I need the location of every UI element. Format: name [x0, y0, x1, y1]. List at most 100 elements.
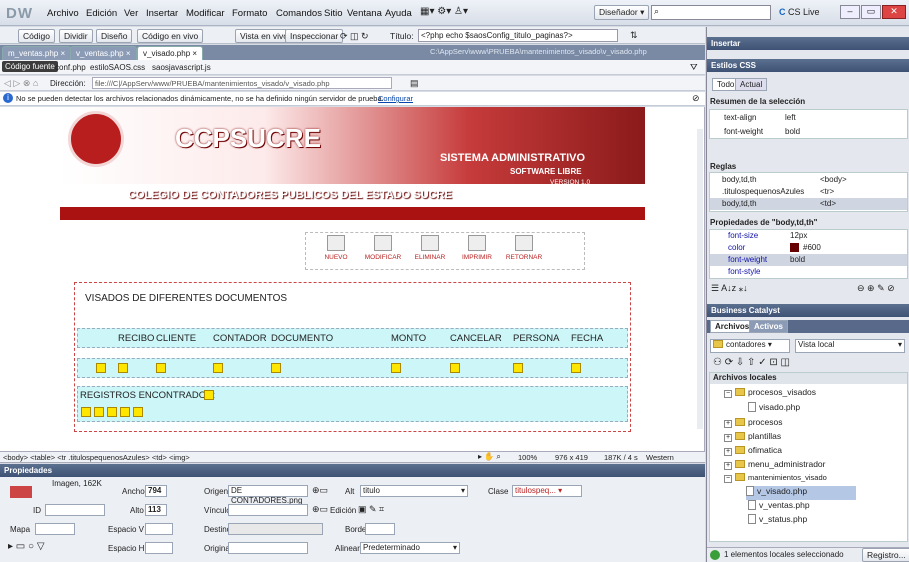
browse-folder-icon[interactable]: ⊕▭ [312, 485, 328, 496]
refresh-icon[interactable]: ⟳ ◫ ↻ [340, 31, 369, 42]
info-close-icon[interactable]: ⊘ [692, 93, 700, 104]
align-select[interactable]: Predeterminado ▾ [360, 542, 460, 554]
business-catalyst-header[interactable]: Business Catalyst [707, 304, 909, 317]
view-select[interactable]: Vista local ▾ [795, 339, 905, 353]
return-button[interactable]: RETORNAR [502, 235, 546, 261]
css-actions-icon[interactable]: ⊖ ⊕ ✎ ⊘ [857, 283, 895, 294]
rule-tag[interactable]: <tr> [820, 187, 834, 196]
rule-selector[interactable]: body,td,th [722, 199, 757, 208]
minimize-icon[interactable]: – [840, 5, 860, 19]
menu-ayuda[interactable]: Ayuda [385, 8, 412, 19]
property-name[interactable]: color [728, 243, 745, 252]
tree-folder[interactable]: + menu_administrador [724, 459, 825, 473]
source-code-button[interactable]: Código fuente [2, 61, 58, 72]
nav-icons[interactable]: ◁ ▷ ⊗ ⌂ [4, 78, 38, 89]
rule-tag[interactable]: <td> [820, 199, 836, 208]
summary-prop-value[interactable]: left [785, 113, 796, 122]
related-file-js[interactable]: saosjavascript.js [152, 63, 211, 72]
menu-insertar[interactable]: Insertar [146, 8, 178, 19]
summary-prop-name[interactable]: font-weight [724, 127, 763, 136]
menu-edicion[interactable]: Edición [86, 8, 117, 19]
delete-button[interactable]: ELIMINAR [408, 235, 452, 261]
property-value[interactable]: #600 [803, 243, 821, 252]
filter-icon[interactable]: ⛛ [690, 62, 698, 73]
link-input[interactable] [228, 504, 308, 516]
tag-selector[interactable]: <body> <table> <tr .titulospequenosAzule… [3, 453, 190, 462]
border-input[interactable] [365, 523, 395, 535]
hspace-input[interactable] [145, 542, 173, 554]
workspace-switcher[interactable]: Diseñador ▾ [594, 5, 650, 20]
menu-ver[interactable]: Ver [124, 8, 138, 19]
rule-selector[interactable]: .titulospequenosAzules [722, 187, 804, 196]
menu-ventana[interactable]: Ventana [347, 8, 382, 19]
maximize-icon[interactable]: ▭ [861, 5, 881, 19]
menu-modificar[interactable]: Modificar [186, 8, 225, 19]
layout-icon[interactable]: ▦▾ ⚙▾ ♙▾ [420, 6, 468, 17]
property-name[interactable]: font-size [728, 231, 758, 240]
site-select[interactable]: contadores ▾ [710, 339, 790, 353]
title-input[interactable]: <?php echo $saosConfig_titulo_paginas?> [418, 29, 618, 42]
alt-input[interactable]: titulo ▾ [360, 485, 468, 497]
menu-sitio[interactable]: Sitio [324, 8, 342, 19]
new-button[interactable]: NUEVO [314, 235, 358, 261]
tab-files[interactable]: Archivos [710, 320, 755, 333]
insert-panel-header[interactable]: Insertar [707, 37, 909, 50]
inspect-button[interactable]: Inspeccionar [285, 29, 344, 43]
window-size[interactable]: 976 x 419 [555, 453, 588, 462]
address-input[interactable]: file:///C|/AppServ/www/PRUEBA/mantenimie… [92, 77, 392, 89]
css-panel-tools-icon[interactable]: ☰ A↓z ⁎↓ [711, 283, 748, 294]
design-view-button[interactable]: Diseño [96, 29, 133, 43]
property-value[interactable]: 12px [790, 231, 807, 240]
tree-file-selected[interactable]: v_visado.php [746, 486, 856, 500]
id-input[interactable] [45, 504, 105, 516]
configure-link[interactable]: Configurar [378, 94, 413, 103]
summary-prop-name[interactable]: text-align [724, 113, 756, 122]
log-button[interactable]: Registro... [862, 548, 909, 562]
tree-folder[interactable]: + plantillas [724, 431, 781, 445]
height-input[interactable]: 113 [145, 504, 167, 516]
tab-v-visado[interactable]: v_visado.php × [137, 46, 204, 60]
tab-v-ventas[interactable]: v_ventas.php × [70, 46, 137, 60]
width-input[interactable]: 794 [145, 485, 167, 497]
zoom-select[interactable]: 100% [518, 453, 537, 462]
css-styles-header[interactable]: Estilos CSS [707, 59, 909, 72]
close-icon[interactable]: ✕ [882, 5, 906, 19]
status-tools-icon[interactable]: ▸ ✋ ⌕ [478, 452, 501, 462]
browse-link-icon[interactable]: ⊕▭ [312, 504, 328, 515]
code-view-button[interactable]: Código [18, 29, 55, 43]
tab-current[interactable]: Actual [735, 78, 768, 91]
menu-formato[interactable]: Formato [232, 8, 267, 19]
property-name[interactable]: font-style [728, 267, 760, 276]
color-swatch[interactable] [790, 243, 799, 252]
tab-assets[interactable]: Activos [749, 320, 788, 333]
file-management-icon[interactable]: ⇅ [630, 30, 638, 41]
property-name[interactable]: font-weight [728, 255, 767, 264]
tab-m-ventas[interactable]: m_ventas.php × [2, 46, 72, 60]
tree-folder[interactable]: + procesos [724, 417, 783, 431]
rule-selector[interactable]: body,td,th [722, 175, 757, 184]
visual-aids-icon[interactable]: ▤ [410, 78, 419, 89]
edit-image-icons[interactable]: ▣ ✎ ⌗ [358, 504, 384, 515]
vspace-input[interactable] [145, 523, 173, 535]
hotspot-tools-icon[interactable]: ▸ ▭ ○ ▽ [8, 541, 45, 552]
tree-folder[interactable]: − procesos_visados [724, 387, 816, 401]
src-input[interactable]: DE CONTADORES.png [228, 485, 308, 505]
cslive-button[interactable]: C CS Live [779, 7, 820, 17]
tree-file[interactable]: visado.php [748, 402, 800, 416]
tree-folder[interactable]: + ofimatica [724, 445, 782, 459]
tree-file[interactable]: v_status.php [748, 514, 807, 528]
menu-archivo[interactable]: Archivo [47, 8, 79, 19]
design-view[interactable]: CCPSUCRE COLEGIO DE CONTADORES PUBLICOS … [0, 107, 705, 451]
tree-file[interactable]: v_ventas.php [748, 500, 810, 514]
file-toolbar-icons[interactable]: ⚇ ⟳ ⇩ ⇧ ✓ ⊡ ◫ [713, 357, 790, 368]
original-input[interactable] [228, 542, 308, 554]
map-input[interactable] [35, 523, 75, 535]
vertical-scrollbar[interactable] [697, 129, 703, 429]
code-live-button[interactable]: Código en vivo [137, 29, 204, 43]
related-file-conf[interactable]: conf.php [55, 63, 86, 72]
menu-comandos[interactable]: Comandos [276, 8, 322, 19]
related-file-css[interactable]: estiloSAOS.css [90, 63, 145, 72]
modify-button[interactable]: MODIFICAR [361, 235, 405, 261]
print-button[interactable]: IMPRIMIR [455, 235, 499, 261]
class-select[interactable]: titulospeq... ▾ [512, 485, 582, 497]
